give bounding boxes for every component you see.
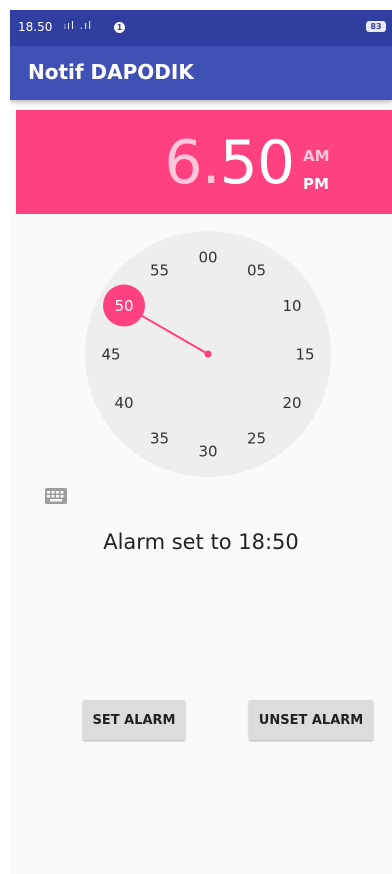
status-time: 18.50 [18, 20, 53, 34]
dial-label-45[interactable]: 45 [101, 346, 120, 364]
time-separator: . [201, 128, 221, 198]
am-pm-selector: AM PM [303, 142, 330, 198]
dial-label-10[interactable]: 10 [282, 297, 301, 315]
dial-label-55[interactable]: 55 [150, 261, 169, 279]
app-screen: 18.50 ᵢıl .ıl 1 83 Notif DAPODIK 6.50 AM… [10, 10, 392, 874]
app-bar: Notif DAPODIK [10, 46, 392, 100]
dial-label-20[interactable]: 20 [282, 394, 301, 412]
status-bar: 18.50 ᵢıl .ıl 1 83 [10, 10, 392, 46]
time-display: 6.50 [164, 128, 295, 198]
am-toggle[interactable]: AM [303, 142, 330, 170]
dial-label-35[interactable]: 35 [150, 430, 169, 448]
notification-icon: 1 [114, 22, 125, 33]
dial-label-15[interactable]: 15 [295, 346, 314, 364]
keyboard-icon[interactable] [45, 488, 67, 504]
time-picker-header: 6.50 AM PM [16, 110, 392, 214]
clock-dial[interactable]: 00 05 10 15 20 25 30 35 40 45 50 55 [85, 231, 331, 477]
dial-label-50[interactable]: 50 [114, 297, 133, 315]
set-alarm-button[interactable]: SET ALARM [83, 700, 185, 740]
app-title: Notif DAPODIK [28, 60, 194, 84]
dial-label-40[interactable]: 40 [114, 394, 133, 412]
dial-label-05[interactable]: 05 [247, 261, 266, 279]
clock-face[interactable]: 00 05 10 15 20 25 30 35 40 45 50 55 [85, 231, 331, 477]
minute-display[interactable]: 50 [220, 128, 295, 198]
signal-icon: ᵢıl .ıl [64, 19, 93, 32]
dial-label-00[interactable]: 00 [198, 249, 217, 267]
dial-label-25[interactable]: 25 [247, 430, 266, 448]
battery-icon: 83 [366, 21, 386, 32]
dial-label-30[interactable]: 30 [198, 443, 217, 461]
hour-display[interactable]: 6 [164, 128, 202, 198]
pm-toggle[interactable]: PM [303, 170, 330, 198]
clock-center-dot [204, 350, 212, 358]
unset-alarm-button[interactable]: UNSET ALARM [249, 700, 373, 740]
alarm-status-text: Alarm set to 18:50 [103, 530, 299, 554]
